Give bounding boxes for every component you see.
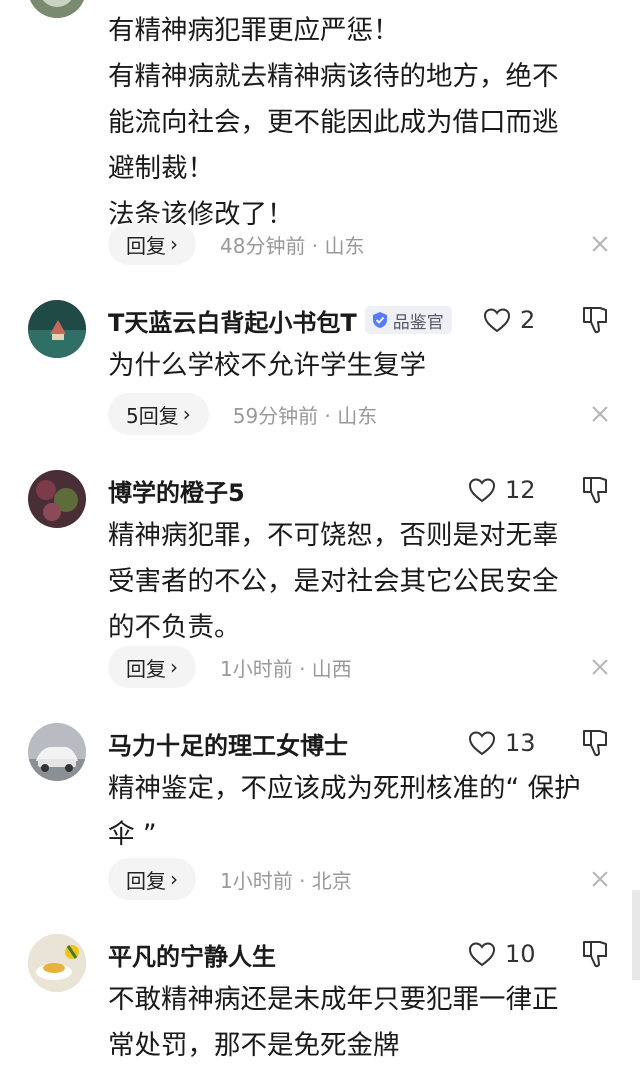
comment-text: 不敢精神病还是未成年只要犯罪一律正 常处罚，那不是免死金牌 bbox=[108, 977, 600, 1069]
comment-line: 受害者的不公，是对社会其它公民安全 bbox=[108, 566, 559, 597]
like-count: 2 bbox=[520, 306, 536, 334]
reply-label: 回复 bbox=[126, 233, 166, 258]
like-count: 12 bbox=[505, 476, 536, 504]
comment-text: 有精神病犯罪更应严惩！ 有精神病就去精神病该待的地方，绝不 能流向社会，更不能因… bbox=[108, 8, 600, 238]
comment-meta: 5回复 › 59分钟前 · 山东 bbox=[108, 393, 610, 435]
username[interactable]: 博学的橙子5 bbox=[108, 473, 245, 508]
avatar[interactable] bbox=[28, 934, 86, 992]
thumbs-down-outline-icon[interactable] bbox=[580, 304, 610, 336]
comment-line: 避制裁！ bbox=[108, 153, 214, 184]
username[interactable]: 马力十足的理工女博士 bbox=[108, 726, 348, 761]
heart-outline-icon bbox=[468, 731, 496, 756]
name-row: T天蓝云白背起小书包T 品鉴官 bbox=[108, 300, 620, 340]
user-badge: 品鉴官 bbox=[364, 306, 452, 334]
comment-line: 伞 ” bbox=[108, 819, 157, 850]
thumbs-down-outline-icon[interactable] bbox=[580, 727, 610, 759]
badge-label: 品鉴官 bbox=[392, 312, 444, 333]
comment-line: 能流向社会，更不能因此成为借口而逃 bbox=[108, 107, 559, 138]
name-row: 平凡的宁静人生 bbox=[108, 934, 620, 974]
comment-meta: 回复 › 1小时前 · 山西 bbox=[108, 646, 610, 688]
reply-button[interactable]: 回复 › bbox=[108, 858, 196, 900]
like-button[interactable]: 2 bbox=[482, 300, 535, 340]
comment-line: 常处罚，那不是免死金牌 bbox=[108, 1030, 400, 1061]
name-row: 马力十足的理工女博士 bbox=[108, 723, 620, 763]
close-icon[interactable] bbox=[590, 869, 610, 889]
time-location: 48分钟前 · 山东 bbox=[220, 233, 365, 258]
reply-button[interactable]: 5回复 › bbox=[108, 393, 209, 435]
scrollbar[interactable] bbox=[632, 890, 640, 980]
comment-text: 为什么学校不允许学生复学 bbox=[108, 343, 600, 389]
comment-line: 有精神病犯罪更应严惩！ bbox=[108, 15, 400, 46]
thumbs-down-outline-icon[interactable] bbox=[580, 938, 610, 970]
chevron-right-icon: › bbox=[170, 867, 178, 891]
username[interactable]: T天蓝云白背起小书包T bbox=[108, 303, 357, 338]
comment-meta: 回复 › 1小时前 · 北京 bbox=[108, 858, 610, 900]
time-location: 1小时前 · 山西 bbox=[220, 656, 352, 681]
reply-label: 回复 bbox=[126, 868, 166, 893]
reply-label: 5回复 bbox=[126, 403, 179, 428]
like-count: 10 bbox=[505, 940, 536, 968]
thumbs-down-outline-icon[interactable] bbox=[580, 474, 610, 506]
shield-check-icon bbox=[372, 312, 387, 328]
close-icon[interactable] bbox=[590, 234, 610, 254]
username[interactable]: 平凡的宁静人生 bbox=[108, 937, 276, 972]
avatar[interactable] bbox=[28, 470, 86, 528]
comment-line: 精神鉴定，不应该成为死刑核准的“ 保护 bbox=[108, 773, 581, 804]
close-icon[interactable] bbox=[590, 657, 610, 677]
like-button[interactable]: 10 bbox=[467, 934, 536, 974]
reply-label: 回复 bbox=[126, 656, 166, 681]
comment-line: 的不负责。 bbox=[108, 612, 241, 643]
reply-button[interactable]: 回复 › bbox=[108, 646, 196, 688]
comment-line: 为什么学校不允许学生复学 bbox=[108, 350, 426, 381]
like-button[interactable]: 13 bbox=[467, 723, 536, 763]
heart-outline-icon bbox=[468, 942, 496, 967]
avatar[interactable] bbox=[28, 300, 86, 358]
comment-line: 精神病犯罪，不可饶恕，否则是对无辜 bbox=[108, 520, 559, 551]
chevron-right-icon: › bbox=[170, 655, 178, 679]
comment-meta: 回复 › 48分钟前 · 山东 bbox=[108, 223, 610, 265]
comment-line: 有精神病就去精神病该待的地方，绝不 bbox=[108, 61, 559, 92]
reply-button[interactable]: 回复 › bbox=[108, 223, 196, 265]
chevron-right-icon: › bbox=[170, 232, 178, 256]
comment-text: 精神鉴定，不应该成为死刑核准的“ 保护 伞 ” bbox=[108, 766, 600, 858]
name-row: 博学的橙子5 bbox=[108, 470, 620, 510]
heart-outline-icon bbox=[483, 308, 511, 333]
heart-outline-icon bbox=[468, 478, 496, 503]
chevron-right-icon: › bbox=[182, 402, 191, 426]
avatar[interactable] bbox=[28, 0, 86, 18]
like-count: 13 bbox=[505, 729, 536, 757]
like-button[interactable]: 12 bbox=[467, 470, 536, 510]
time-location: 59分钟前 · 山东 bbox=[232, 403, 378, 428]
avatar[interactable] bbox=[28, 723, 86, 781]
close-icon[interactable] bbox=[590, 404, 610, 424]
comment-line: 不敢精神病还是未成年只要犯罪一律正 bbox=[108, 984, 559, 1015]
comment-text: 精神病犯罪，不可饶恕，否则是对无辜 受害者的不公，是对社会其它公民安全 的不负责… bbox=[108, 513, 600, 651]
time-location: 1小时前 · 北京 bbox=[220, 868, 352, 893]
